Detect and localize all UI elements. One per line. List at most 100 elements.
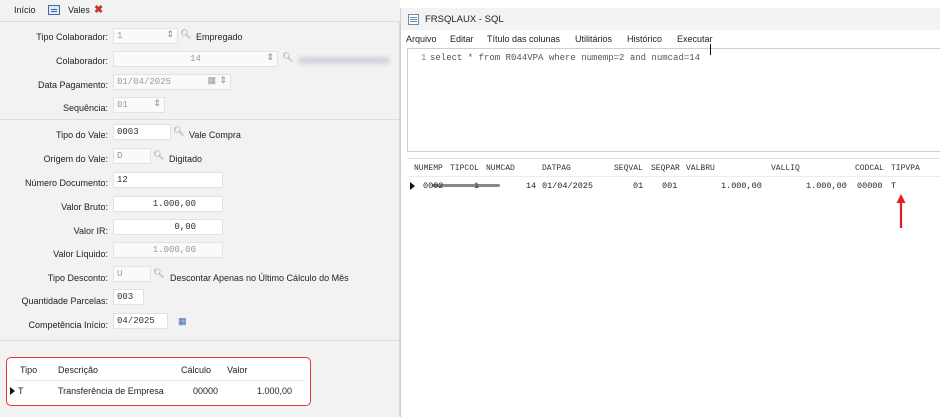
grid-cell-descricao[interactable]: Transferência de Empresa [58, 386, 164, 396]
section-divider [0, 119, 400, 120]
search-icon[interactable]: 🔍︎ [180, 29, 191, 40]
sql-window-title: FRSQLAUX - SQL [425, 14, 504, 25]
cell-datpag[interactable]: 01/04/2025 [542, 181, 593, 191]
annotation-arrow-icon [896, 194, 906, 228]
sql-query-text[interactable]: select * from R044VPA where numemp=2 and… [430, 53, 700, 63]
sql-titlebar[interactable]: FRSQLAUX - SQL [401, 8, 940, 30]
cell-tipvpa[interactable]: T [891, 181, 896, 191]
colaborador-label: Colaborador: [55, 56, 108, 66]
numero-documento-input[interactable]: 12 [113, 172, 223, 188]
search-icon[interactable]: 🔍︎ [153, 268, 164, 279]
col-header-numcad[interactable]: NUMCAD [486, 164, 515, 173]
results-divider [407, 176, 940, 177]
menu-editar[interactable]: Editar [450, 34, 474, 44]
spinner-icon[interactable]: ⇕ [153, 99, 161, 109]
tipo-vale-desc: Vale Compra [189, 130, 241, 140]
grid-header-valor[interactable]: Valor [227, 365, 247, 375]
cell-codcal[interactable]: 00000 [857, 181, 883, 191]
origem-vale-desc: Digitado [169, 154, 203, 164]
competencia-inicio-input[interactable]: 04/2025 [113, 313, 168, 329]
grid-cell-tipo[interactable]: T [18, 386, 24, 396]
col-header-datpag[interactable]: DATPAG [542, 164, 571, 173]
grid-cell-calculo[interactable]: 00000 [193, 386, 218, 396]
tab-vales[interactable]: Vales [68, 5, 90, 15]
calendar-icon[interactable]: ▦ [178, 316, 187, 327]
valor-bruto-input[interactable]: 1.000,00 [113, 196, 223, 212]
origem-vale-label: Origem do Vale: [43, 154, 108, 164]
search-icon[interactable]: 🔍︎ [173, 126, 184, 137]
cell-numcad[interactable]: 14 [526, 181, 536, 191]
row-pointer-icon [410, 182, 415, 190]
text-caret [710, 44, 711, 55]
line-number: 1 [421, 53, 427, 63]
menu-utilitarios[interactable]: Utilitários [575, 34, 612, 44]
col-header-seqval[interactable]: SEQVAL [614, 164, 643, 173]
col-header-valbru[interactable]: VALBRU [686, 164, 715, 173]
grid-divider [13, 380, 304, 381]
data-pagamento-value: 01/04/2025 [117, 77, 172, 87]
numero-documento-label: Número Documento: [24, 178, 108, 188]
spinner-icon[interactable]: ⇕ [166, 30, 174, 40]
origem-vale-input[interactable]: D [113, 148, 151, 164]
col-header-seqpar[interactable]: SEQPAR [651, 164, 680, 173]
grid-header-descricao[interactable]: Descrição [58, 365, 98, 375]
sql-window-icon [408, 14, 419, 25]
valor-liquido-input[interactable]: 1.000,00 [113, 242, 223, 258]
sequencia-value: 01 [117, 100, 128, 110]
menu-historico[interactable]: Histórico [627, 34, 662, 44]
col-header-valliq[interactable]: VALLIQ [771, 164, 800, 173]
search-icon[interactable]: 🔍︎ [282, 52, 293, 63]
valor-bruto-label: Valor Bruto: [61, 202, 108, 212]
tipo-vale-input[interactable]: 0003 [113, 124, 171, 140]
row-pointer-icon [10, 387, 15, 395]
section-divider [0, 340, 400, 341]
valor-liquido-label: Valor Líquido: [53, 249, 108, 259]
cell-seqval[interactable]: 01 [633, 181, 643, 191]
grid-header-tipo[interactable]: Tipo [20, 365, 37, 375]
sequencia-input[interactable]: 01 ⇕ [113, 97, 165, 113]
quantidade-parcelas-label: Quantidade Parcelas: [21, 296, 108, 306]
results-grid: NUMEMP TIPCOL NUMCAD DATPAG SEQVAL SEQPA… [407, 158, 940, 417]
parcelas-grid: Tipo Descrição Cálculo Valor T Transferê… [6, 357, 311, 406]
data-pagamento-input[interactable]: 01/04/2025 ▦ ⇕ [113, 74, 231, 90]
col-header-numemp[interactable]: NUMEMP [414, 164, 443, 173]
cell-tipcol[interactable]: 1 [474, 181, 479, 191]
tipo-colaborador-value: 1 [117, 31, 123, 41]
calendar-icon[interactable]: ▦ [207, 76, 216, 86]
data-pagamento-label: Data Pagamento: [37, 80, 108, 90]
spinner-icon[interactable]: ⇕ [266, 53, 274, 63]
col-header-tipvpa[interactable]: TIPVPA [891, 164, 920, 173]
grid-icon [48, 5, 60, 15]
sequencia-label: Sequência: [62, 103, 108, 113]
close-icon[interactable]: ✖ [94, 3, 103, 16]
valor-ir-label: Valor IR: [73, 226, 108, 236]
colaborador-name-redacted [298, 57, 390, 64]
colaborador-input[interactable]: 14 ⇕ [113, 51, 278, 67]
tipo-desconto-label: Tipo Desconto: [47, 273, 108, 283]
menu-executar[interactable]: Executar [677, 34, 713, 44]
tab-inicio[interactable]: Início [14, 5, 36, 15]
sql-editor[interactable]: 1 select * from R044VPA where numemp=2 a… [407, 48, 940, 187]
tipo-colaborador-label: Tipo Colaborador: [36, 32, 108, 42]
grid-cell-valor[interactable]: 1.000,00 [257, 386, 292, 396]
cell-valbru[interactable]: 1.000,00 [721, 181, 762, 191]
sql-window: FRSQLAUX - SQL Arquivo Editar Título das… [400, 8, 940, 417]
cell-seqpar[interactable]: 001 [662, 181, 677, 191]
colaborador-value: 14 [190, 54, 201, 64]
cell-valliq[interactable]: 1.000,00 [806, 181, 847, 191]
spinner-icon[interactable]: ⇕ [219, 76, 227, 86]
col-header-codcal[interactable]: CODCAL [855, 164, 884, 173]
tipo-colaborador-input[interactable]: 1 ⇕ [113, 28, 178, 44]
menu-arquivo[interactable]: Arquivo [406, 34, 437, 44]
cell-numemp[interactable]: 0002 [423, 181, 443, 191]
menu-titulo-colunas[interactable]: Título das colunas [487, 34, 560, 44]
grid-header-calculo[interactable]: Cálculo [181, 365, 211, 375]
vales-form-window: Início Vales ✖ Tipo Colaborador: 1 ⇕ 🔍︎ E… [0, 0, 400, 417]
col-header-tipcol[interactable]: TIPCOL [450, 164, 479, 173]
tipo-colaborador-desc: Empregado [196, 32, 243, 42]
tipo-desconto-input[interactable]: U [113, 266, 151, 282]
search-icon[interactable]: 🔍︎ [153, 150, 164, 161]
quantidade-parcelas-input[interactable]: 003 [113, 289, 144, 305]
valor-ir-input[interactable]: 0,00 [113, 219, 223, 235]
sql-menubar: Arquivo Editar Título das colunas Utilit… [401, 32, 940, 46]
